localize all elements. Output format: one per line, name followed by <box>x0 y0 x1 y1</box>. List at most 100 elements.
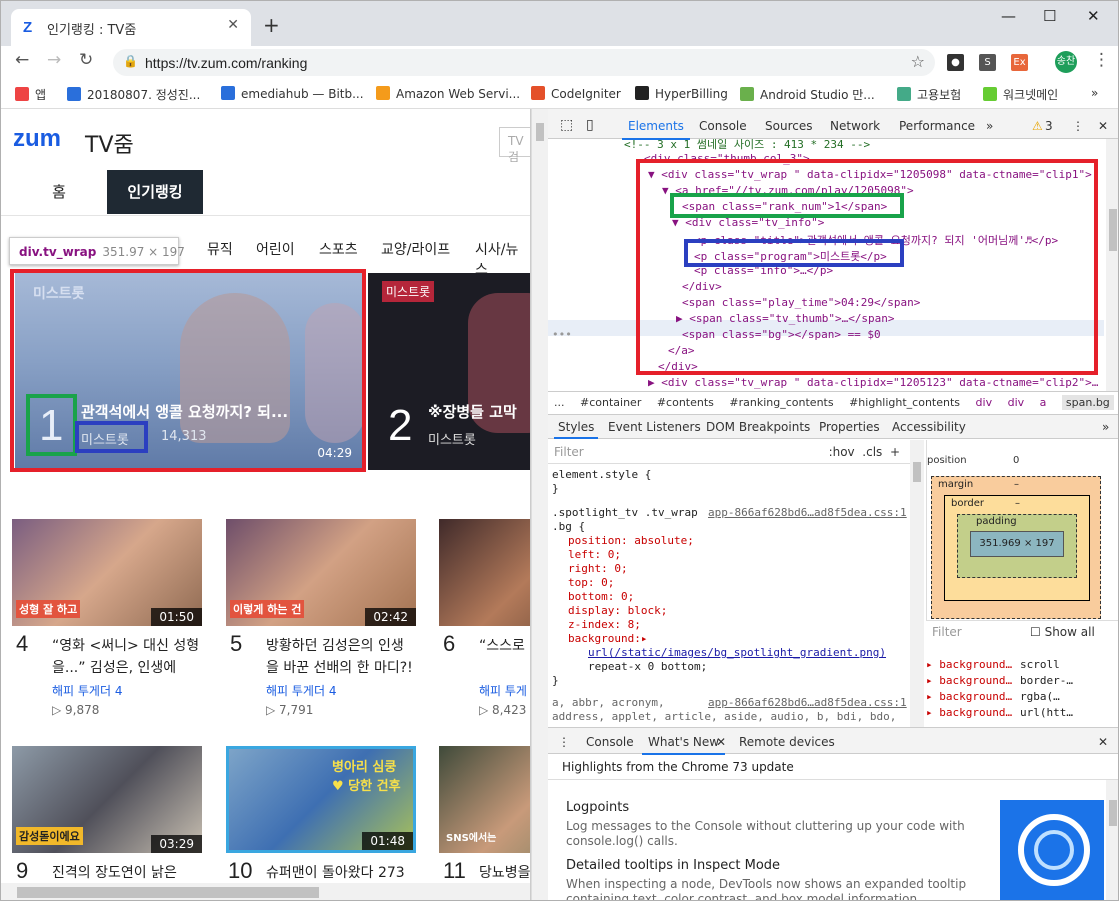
more-tabs-icon[interactable]: » <box>986 119 993 133</box>
horizontal-scrollbar[interactable] <box>1 883 530 900</box>
breadcrumb-item[interactable]: #highlight_contents <box>849 396 960 409</box>
scrollbar-thumb[interactable] <box>1109 209 1117 251</box>
program-link[interactable]: 해피 투게더 4 <box>52 682 122 699</box>
video-card[interactable]: SNS에서는 11 당뇨병을 <box>439 746 530 883</box>
back-icon[interactable]: ← <box>15 50 29 70</box>
video-card[interactable]: 성형 잘 하고 01:50 4 “영화 <써니> 대신 성형을...” 김성은,… <box>12 519 202 717</box>
tab-properties[interactable]: Properties <box>819 420 880 434</box>
bookmark-item[interactable]: 워크넷메인 <box>983 86 1058 103</box>
devtools-close-icon[interactable]: ✕ <box>1098 119 1108 133</box>
bookmark-item[interactable]: CodeIgniter <box>531 86 621 101</box>
program-link[interactable]: 해피 투게더 4 <box>266 682 336 699</box>
breadcrumb-current[interactable]: span.bg <box>1061 395 1114 410</box>
bookmark-item[interactable]: 20180807. 정성진... <box>67 86 200 103</box>
close-whats-new-icon[interactable]: ✕ <box>716 735 726 749</box>
video-card[interactable]: 6 “스스로 재, 최근 해피 투게 ▷ 8,423 <box>439 519 530 717</box>
css-property[interactable]: background:▸ <box>568 632 647 645</box>
stylesheet-link-text[interactable]: app-866af628bd6…ad8f5dea.css:1 <box>708 696 907 709</box>
drawer-tab-remote-devices[interactable]: Remote devices <box>739 735 835 749</box>
bookmark-item[interactable]: Android Studio 만... <box>740 86 875 103</box>
close-window-icon[interactable]: ✕ <box>1087 7 1100 25</box>
scrollbar-thumb[interactable] <box>17 887 319 898</box>
bookmark-apps[interactable]: 앱 <box>15 86 46 103</box>
browser-tab[interactable]: Z 인기랭킹 : TV줌 ✕ <box>11 9 251 46</box>
css-property[interactable]: display: block; <box>568 604 667 617</box>
breadcrumb-item[interactable]: div <box>1008 396 1025 409</box>
tvzum-logo-text[interactable]: TV줌 <box>85 127 134 159</box>
border-box[interactable]: border – padding 351.969 × 197 <box>944 495 1090 601</box>
warning-count[interactable]: 3 <box>1045 119 1053 133</box>
maximize-icon[interactable]: ☐ <box>1043 7 1056 25</box>
minimize-icon[interactable]: — <box>1001 7 1016 25</box>
breadcrumb-item[interactable]: #ranking_contents <box>729 396 833 409</box>
css-property[interactable]: z-index: 8; <box>568 618 641 631</box>
inspect-element-icon[interactable]: ⬚ <box>560 117 573 133</box>
padding-box[interactable]: padding 351.969 × 197 <box>957 514 1077 578</box>
tab-console[interactable]: Console <box>699 119 747 133</box>
styles-filter-input[interactable]: Filter :hov .cls + <box>548 440 910 464</box>
content-box[interactable]: 351.969 × 197 <box>970 531 1064 557</box>
computed-row[interactable]: ▸ url(htt… background… <box>926 706 1104 722</box>
css-property[interactable]: bottom: 0; <box>568 590 634 603</box>
computed-row[interactable]: ▸ border-… background… <box>926 674 1104 690</box>
add-rule-icon[interactable]: + <box>890 445 900 459</box>
category-sports[interactable]: 스포츠 <box>319 239 358 259</box>
computed-row[interactable]: ▸ rgba(… background… <box>926 690 1104 706</box>
extension-mask-icon[interactable]: ● <box>947 54 964 71</box>
zum-logo[interactable]: zum <box>13 125 61 153</box>
breadcrumb-item[interactable]: a <box>1040 396 1047 409</box>
collapse-arrow-icon[interactable]: ▶ <box>648 376 655 389</box>
scrollbar-thumb[interactable] <box>913 462 921 482</box>
tab-network[interactable]: Network <box>830 119 880 133</box>
breadcrumb-item[interactable]: #container <box>580 396 641 409</box>
highlight-video-2[interactable]: 미스트롯 2 ※장병들 고막 미스트롯 <box>368 273 530 470</box>
node-line[interactable]: ▶ <div class="tv_wrap " data-clipidx="12… <box>648 376 1098 389</box>
computed-filter-input[interactable]: Filter ☐ Show all <box>926 620 1118 642</box>
bookmark-item[interactable]: emediahub — Bitb... <box>221 86 364 101</box>
tab-dom-breakpoints[interactable]: DOM Breakpoints <box>706 420 810 434</box>
page-vertical-scrollbar[interactable] <box>531 109 548 900</box>
drawer-tab-whats-new[interactable]: What's New <box>641 735 726 755</box>
program-link[interactable]: 해피 투게 <box>479 682 527 699</box>
close-tab-icon[interactable]: ✕ <box>227 17 239 33</box>
devtools-menu-icon[interactable]: ⋮ <box>1072 119 1084 133</box>
drawer-tab-console[interactable]: Console <box>586 735 634 749</box>
css-url-link[interactable]: url(/static/images/bg_spotlight_gradient… <box>588 646 886 659</box>
menu-ranking[interactable]: 인기랭킹 <box>107 170 203 214</box>
breadcrumb-item[interactable]: ... <box>554 396 565 409</box>
tab-accessibility[interactable]: Accessibility <box>892 420 966 434</box>
rule-selector[interactable]: .bg { <box>552 520 585 533</box>
extension-s-icon[interactable]: S <box>979 54 996 71</box>
extension-ex-icon[interactable]: Ex <box>1011 54 1028 71</box>
new-tab-icon[interactable]: + <box>263 13 280 37</box>
css-property[interactable]: right: 0; <box>568 562 628 575</box>
device-toolbar-icon[interactable]: ▯ <box>586 117 594 133</box>
forward-icon[interactable]: → <box>47 50 61 70</box>
bookmark-item[interactable]: 고용보험 <box>897 86 961 103</box>
hov-toggle[interactable]: :hov <box>829 445 855 459</box>
chrome-menu-icon[interactable]: ⋮ <box>1093 50 1110 70</box>
tab-elements[interactable]: Elements <box>622 119 690 140</box>
bookmark-item[interactable]: Amazon Web Servi... <box>376 86 520 101</box>
styles-scrollbar[interactable] <box>910 440 924 727</box>
stylesheet-link[interactable]: app-866af628bd6…ad8f5dea.css:1 <box>708 506 907 519</box>
drawer-close-icon[interactable]: ✕ <box>1098 735 1108 749</box>
drawer-menu-icon[interactable]: ⋮ <box>558 735 570 749</box>
show-all-checkbox[interactable]: ☐ Show all <box>1030 625 1095 639</box>
drawer-scrollbar[interactable] <box>1106 780 1118 900</box>
tab-sources[interactable]: Sources <box>765 119 812 133</box>
reload-icon[interactable]: ↻ <box>79 50 93 70</box>
tab-styles[interactable]: Styles <box>553 420 599 439</box>
address-bar[interactable]: 🔒 https://tv.zum.com/ranking ☆ <box>113 49 935 76</box>
stylesheet-link-text[interactable]: app-866af628bd6…ad8f5dea.css:1 <box>708 506 907 519</box>
stylesheet-link[interactable]: app-866af628bd6…ad8f5dea.css:1 <box>708 696 907 709</box>
more-subtabs-icon[interactable]: » <box>1102 420 1109 434</box>
video-card[interactable]: 이렇게 하는 건 02:42 5 방황하던 김성은의 인생을 바꾼 선배의 한 … <box>226 519 416 717</box>
rule-selector[interactable]: .spotlight_tv .tv_wrap <box>552 506 698 519</box>
site-search-input[interactable]: TV검 <box>499 127 530 164</box>
category-kids[interactable]: 어린이 <box>256 239 295 259</box>
bookmark-star-icon[interactable]: ☆ <box>911 52 925 71</box>
profile-avatar[interactable]: 송찬 <box>1055 51 1077 73</box>
video-card[interactable]: 감성돋이에요 03:29 9 진격의 장도연이 낡은 <box>12 746 202 883</box>
category-music[interactable]: 뮤직 <box>207 239 233 259</box>
